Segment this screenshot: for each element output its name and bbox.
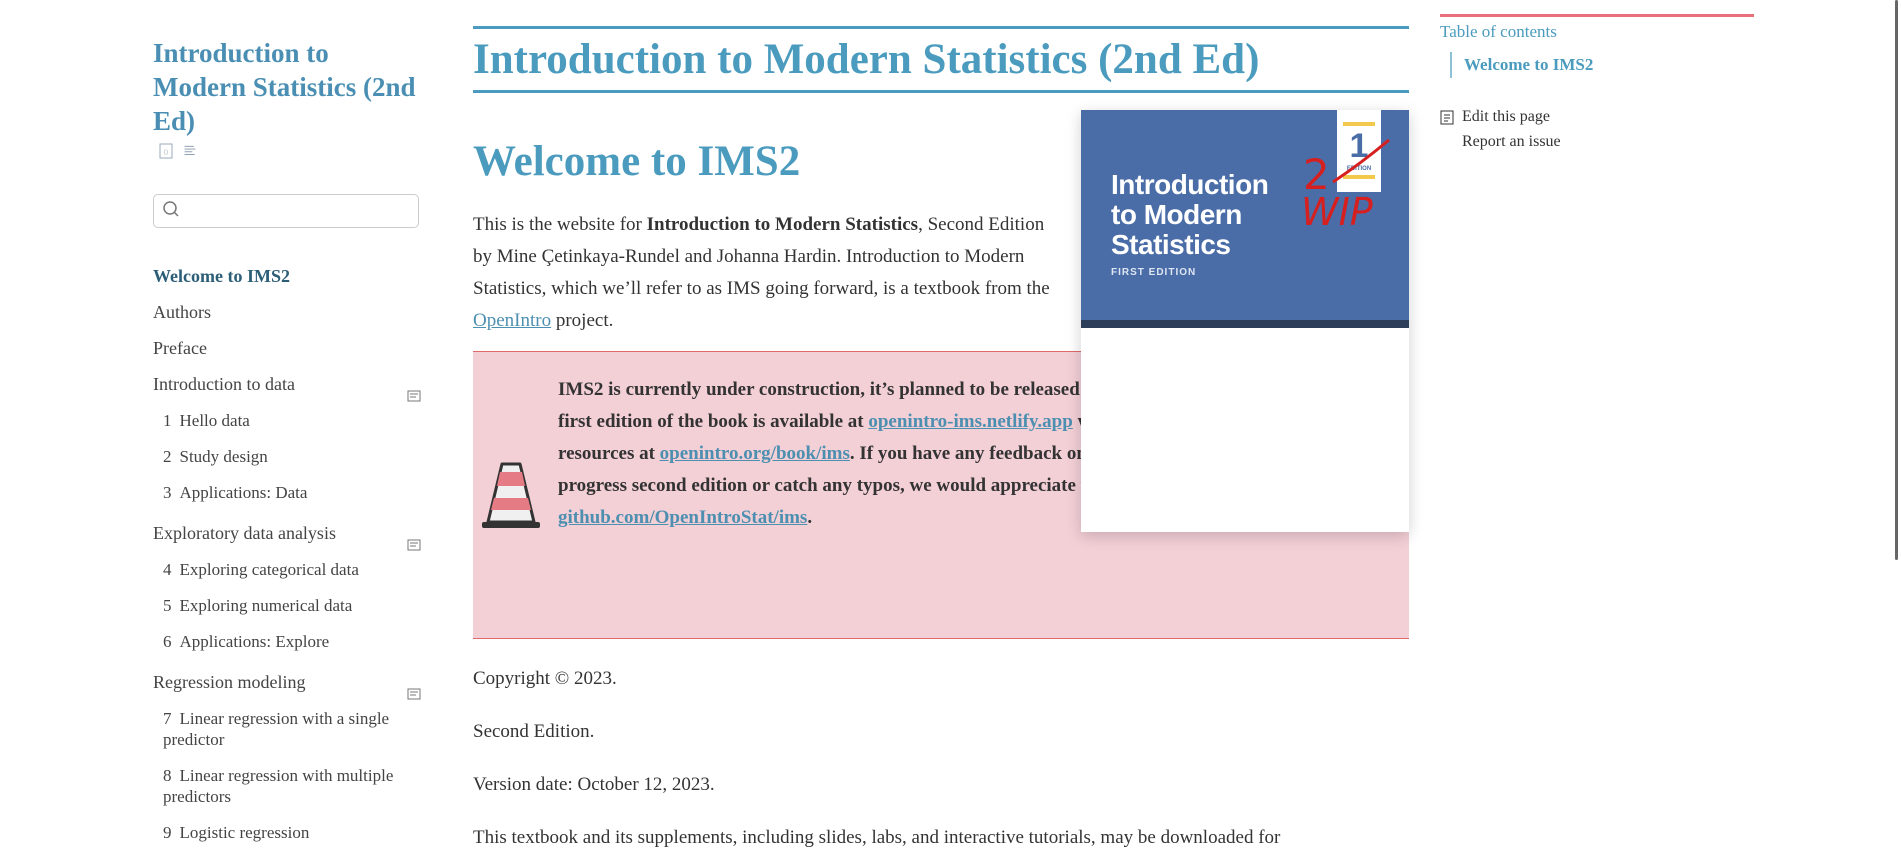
sidebar-chapter[interactable]: 1 Hello data: [153, 402, 421, 438]
strike-mark: [1332, 138, 1390, 184]
book-cover: Introduction to Modern Statistics FIRST …: [1081, 110, 1409, 532]
svg-text:⟨⟩: ⟨⟩: [164, 149, 169, 156]
traffic-cone-icon: [478, 460, 544, 537]
sidebar-item[interactable]: Welcome to IMS2: [153, 258, 421, 294]
sidebar-nav: Welcome to IMS2 Authors Preface Introductio…: [153, 258, 421, 850]
sidebar-part[interactable]: Introduction to data: [153, 366, 421, 402]
edition-text: Second Edition.: [473, 721, 595, 742]
page-actions: Edit this page Report an issue: [1440, 104, 1754, 154]
sidebar-chapter[interactable]: 3 Applications: Data: [153, 474, 421, 510]
copyright-text: Copyright © 2023.: [473, 668, 617, 689]
chapter-number: 8: [163, 766, 172, 785]
openintro-book-link[interactable]: openintro.org/book/ims: [660, 443, 850, 464]
sidebar-chapter[interactable]: 6 Applications: Explore: [153, 623, 421, 659]
chapter-number: 2: [163, 447, 172, 466]
document-icon[interactable]: [183, 144, 197, 158]
table-of-contents: Table of contents Welcome to IMS2 Edit t…: [1440, 14, 1754, 154]
sidebar-chapter[interactable]: 9 Logistic regression: [153, 814, 421, 850]
chapter-label: Linear regression with multiple predicto…: [163, 766, 394, 806]
main-content: Introduction to Modern Statistics (2nd E…: [473, 26, 1409, 852]
edit-page-link[interactable]: Edit this page: [1440, 104, 1754, 129]
github-icon[interactable]: ⟨⟩: [159, 143, 173, 159]
sidebar-chapter[interactable]: 5 Exploring numerical data: [153, 587, 421, 623]
toc-title: Table of contents: [1440, 22, 1557, 41]
sidebar-chapter[interactable]: 8 Linear regression with multiple predict…: [153, 757, 421, 814]
version-date-text: Version date: October 12, 2023.: [473, 774, 715, 795]
chapter-number: 1: [163, 411, 172, 430]
sidebar-chapter[interactable]: 2 Study design: [153, 438, 421, 474]
intro-text: project.: [551, 310, 614, 331]
site-title[interactable]: Introduction to Modern Statistics (2nd E…: [153, 36, 421, 138]
chapter-label: Study design: [179, 447, 268, 466]
report-issue-label: Report an issue: [1462, 132, 1561, 150]
search-icon: [162, 200, 180, 223]
toc-entry-welcome[interactable]: Welcome to IMS2: [1450, 52, 1754, 78]
chapter-number: 3: [163, 483, 172, 502]
sidebar-part[interactable]: Regression modeling: [153, 664, 421, 700]
cover-title-line: to Modern: [1111, 199, 1242, 230]
cover-title-line: Introduction: [1111, 169, 1269, 200]
collapse-toggle-icon[interactable]: [407, 527, 421, 551]
chapter-number: 5: [163, 596, 172, 615]
scrollbar-thumb[interactable]: [1895, 0, 1898, 560]
book-header: Introduction to Modern Statistics (2nd E…: [473, 26, 1409, 93]
sidebar-part-label: Introduction to data: [153, 374, 295, 394]
chapter-number: 4: [163, 560, 172, 579]
ims-netlify-link[interactable]: openintro-ims.netlify.app: [868, 411, 1072, 432]
book-title: Introduction to Modern Statistics (2nd E…: [473, 36, 1260, 83]
chapter-label: Exploring categorical data: [179, 560, 359, 579]
chapter-label: Applications: Explore: [179, 632, 330, 651]
chapter-number: 9: [163, 823, 172, 842]
cover-subtitle: FIRST EDITION: [1111, 267, 1197, 278]
cover-title-line: Statistics: [1111, 229, 1231, 260]
collapse-toggle-icon[interactable]: [407, 676, 421, 700]
sidebar-item[interactable]: Preface: [153, 330, 421, 366]
openintro-link[interactable]: OpenIntro: [473, 310, 551, 331]
sidebar-item[interactable]: Authors: [153, 294, 421, 330]
sidebar-part[interactable]: Exploratory data analysis: [153, 515, 421, 551]
toc-divider: [1440, 14, 1754, 17]
cover-artwork: Introduction to Modern Statistics FIRST …: [1081, 110, 1409, 328]
search-box[interactable]: [153, 194, 419, 228]
chapter-label: Logistic regression: [179, 823, 310, 842]
intro-text: This is the website for: [473, 214, 647, 235]
chapter-label: Exploring numerical data: [179, 596, 353, 615]
report-issue-link[interactable]: Report an issue: [1440, 129, 1754, 154]
collapse-toggle-icon[interactable]: [407, 378, 421, 402]
cover-strip: [1081, 320, 1409, 328]
search-input[interactable]: [186, 201, 410, 221]
annotation-wip: WIP: [1301, 190, 1373, 234]
page-scrollbar[interactable]: [1887, 0, 1901, 846]
title-tools: ⟨⟩: [159, 143, 421, 159]
chapter-label: Applications: Data: [179, 483, 308, 502]
callout-segment: .: [807, 507, 813, 528]
sidebar-chapter[interactable]: 7 Linear regression with a single predict…: [153, 700, 421, 757]
sidebar: Introduction to Modern Statistics (2nd E…: [153, 36, 421, 850]
sidebar-part-label: Regression modeling: [153, 672, 306, 692]
github-icon: [1440, 110, 1454, 124]
chapter-number: 7: [163, 709, 172, 728]
supplements-text: This textbook and its supplements, inclu…: [473, 827, 1281, 848]
intro-book-name: Introduction to Modern Statistics: [646, 214, 919, 235]
cover-title: Introduction to Modern Statistics: [1111, 169, 1269, 260]
chapter-number: 6: [163, 632, 172, 651]
edit-page-label: Edit this page: [1462, 107, 1550, 125]
sidebar-chapter[interactable]: 4 Exploring categorical data: [153, 551, 421, 587]
chapter-label: Linear regression with a single predicto…: [163, 709, 390, 749]
sidebar-part-label: Exploratory data analysis: [153, 523, 336, 543]
chapter-label: Hello data: [179, 411, 250, 430]
github-issues-link[interactable]: github.com/OpenIntroStat/ims: [558, 507, 807, 528]
intro-paragraph: This is the website for Introduction to …: [473, 209, 1053, 337]
